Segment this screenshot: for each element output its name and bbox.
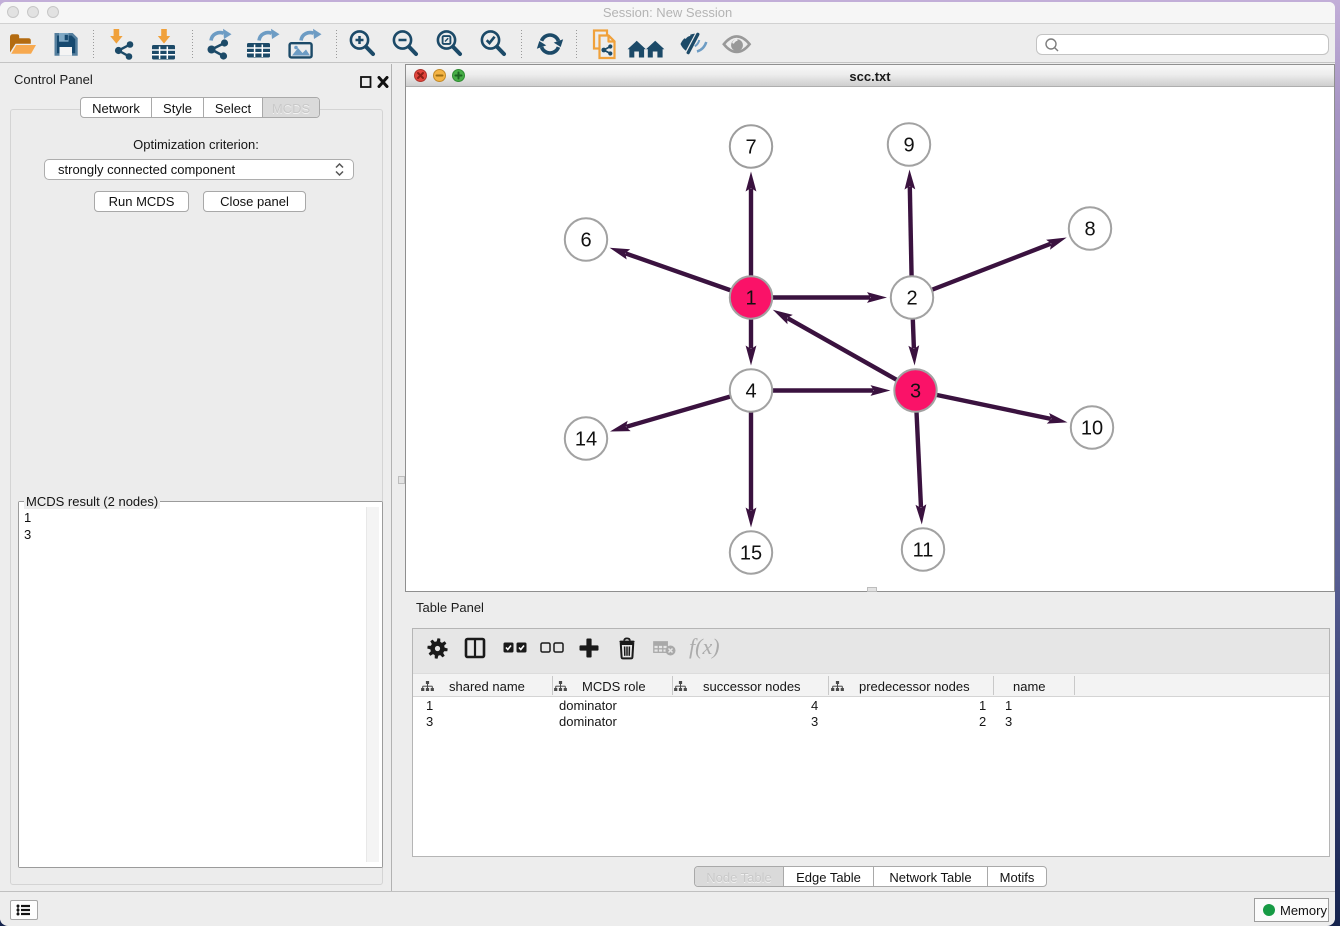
svg-text:9: 9 — [903, 135, 914, 157]
svg-text:10: 10 — [1081, 418, 1103, 440]
svg-text:14: 14 — [575, 429, 597, 451]
svg-text:1: 1 — [745, 288, 756, 310]
svg-text:3: 3 — [910, 381, 921, 403]
svg-text:7: 7 — [745, 137, 756, 159]
svg-text:2: 2 — [906, 288, 917, 310]
svg-text:4: 4 — [745, 381, 756, 403]
svg-text:6: 6 — [580, 230, 591, 252]
svg-text:15: 15 — [740, 543, 762, 565]
svg-text:11: 11 — [913, 540, 934, 562]
svg-text:8: 8 — [1084, 219, 1095, 241]
